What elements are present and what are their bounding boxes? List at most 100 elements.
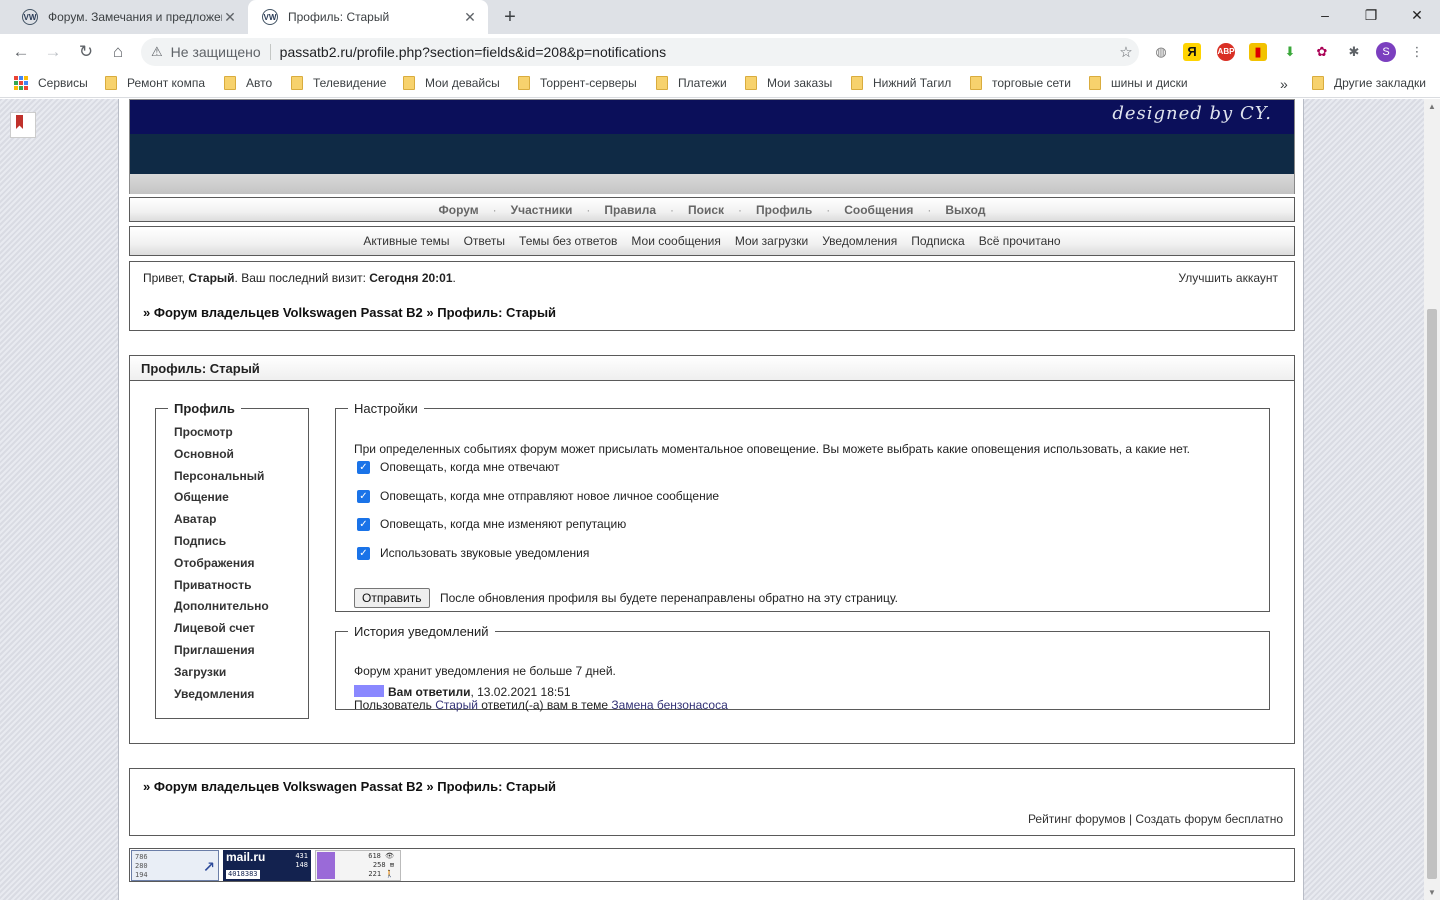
nav-profile[interactable]: Профиль — [756, 203, 812, 217]
bookmark-extension-icon[interactable]: ▮ — [1249, 43, 1267, 61]
menu-kebab-icon[interactable]: ⋮ — [1408, 43, 1426, 61]
option-pm-notify[interactable]: ✓ Оповещать, когда мне отправляют новое … — [357, 489, 719, 503]
back-icon[interactable]: ← — [8, 39, 34, 65]
subnav-mark-all-read[interactable]: Всё прочитано — [979, 234, 1061, 248]
tab-forum-remarks[interactable]: VW Форум. Замечания и предложения ✕ — [8, 0, 248, 34]
notification-entry: Вам ответили, 13.02.2021 18:51 — [388, 685, 571, 699]
breadcrumb-forum-link[interactable]: Форум владельцев Volkswagen Passat B2 — [154, 305, 423, 320]
bookmark-apps[interactable]: Сервисы — [14, 76, 88, 90]
minimize-button[interactable]: – — [1302, 0, 1348, 30]
subnav-my-uploads[interactable]: Мои загрузки — [735, 234, 808, 248]
option-reply-notify[interactable]: ✓ Оповещать, когда мне отвечают — [357, 460, 560, 474]
last-visit-value: Сегодня 20:01 — [369, 271, 453, 285]
bookmark-folder[interactable]: шины и диски — [1089, 76, 1188, 90]
window-close-button[interactable]: ✕ — [1394, 0, 1440, 30]
bookmark-folder[interactable]: Нижний Тагил — [851, 76, 951, 90]
nav-separator: · — [492, 202, 497, 217]
extensions-puzzle-icon[interactable]: ✱ — [1345, 43, 1363, 61]
bookmark-star-icon[interactable]: ☆ — [1113, 43, 1139, 61]
security-status[interactable]: Не защищено — [171, 44, 261, 60]
submit-button[interactable]: Отправить — [354, 588, 430, 608]
forward-icon[interactable]: → — [40, 39, 66, 65]
tab-profile[interactable]: VW Профиль: Старый ✕ — [248, 0, 488, 34]
profile-menu-invitations[interactable]: Приглашения — [174, 640, 308, 662]
checkbox-checked-icon[interactable]: ✓ — [357, 460, 370, 474]
counter-stats[interactable]: 618 👁 258 ⊞ 221 🚶 — [315, 850, 401, 881]
profile-menu-additional[interactable]: Дополнительно — [174, 596, 308, 618]
counter-liveinternet[interactable]: 786 280 194 ↗ — [131, 850, 219, 881]
url-text[interactable]: passatb2.ru/profile.php?section=fields&i… — [280, 44, 1113, 60]
profile-menu-personal[interactable]: Персональный — [174, 466, 308, 488]
checkbox-checked-icon[interactable]: ✓ — [357, 517, 370, 531]
nav-members[interactable]: Участники — [511, 203, 573, 217]
scrollbar-thumb[interactable] — [1427, 309, 1437, 879]
footer-breadcrumb: » Форум владельцев Volkswagen Passat B2 … — [143, 779, 556, 794]
checkbox-checked-icon[interactable]: ✓ — [357, 546, 370, 560]
nav-forum[interactable]: Форум — [439, 203, 479, 217]
bookmark-folder[interactable]: Авто — [224, 76, 272, 90]
subnav-my-posts[interactable]: Мои сообщения — [631, 234, 720, 248]
detail-topic-link[interactable]: Замена бензонасоса — [611, 698, 727, 712]
bookmark-ribbon-icon[interactable] — [10, 112, 36, 138]
subnav-subscriptions[interactable]: Подписка — [911, 234, 964, 248]
home-icon[interactable]: ⌂ — [105, 39, 131, 65]
bookmark-folder[interactable]: торговые сети — [970, 76, 1071, 90]
bookmark-folder[interactable]: Мои девайсы — [403, 76, 500, 90]
adblock-extension-icon[interactable]: ABP — [1217, 43, 1235, 61]
bookmark-label: Нижний Тагил — [873, 76, 952, 90]
breadcrumb-forum-link[interactable]: Форум владельцев Volkswagen Passat B2 — [154, 779, 423, 794]
profile-menu-avatar[interactable]: Аватар — [174, 509, 308, 531]
other-bookmarks[interactable]: Другие закладки — [1312, 76, 1426, 90]
subnav-unanswered[interactable]: Темы без ответов — [519, 234, 617, 248]
folder-icon — [105, 76, 117, 90]
profile-menu-view[interactable]: Просмотр — [174, 422, 308, 444]
new-tab-button[interactable]: + — [498, 5, 522, 29]
page-scrollbar[interactable]: ▲ ▼ — [1424, 99, 1440, 900]
create-forum-link[interactable]: Создать форум бесплатно — [1135, 812, 1283, 826]
bookmarks-overflow-chevron[interactable]: » — [1280, 76, 1288, 92]
restore-button[interactable]: ❐ — [1348, 0, 1394, 30]
profile-menu-notifications[interactable]: Уведомления — [174, 684, 308, 706]
tab-title: Форум. Замечания и предложения — [48, 10, 222, 24]
subnav-active-topics[interactable]: Активные темы — [363, 234, 449, 248]
checkbox-checked-icon[interactable]: ✓ — [357, 489, 370, 503]
nav-search[interactable]: Поиск — [688, 203, 724, 217]
bookmark-folder[interactable]: Платежи — [656, 76, 727, 90]
profile-menu-main[interactable]: Основной — [174, 444, 308, 466]
profile-menu-uploads[interactable]: Загрузки — [174, 662, 308, 684]
upgrade-account-link[interactable]: Улучшить аккаунт — [1178, 271, 1278, 285]
address-bar[interactable]: ⚠ Не защищено passatb2.ru/profile.php?se… — [141, 38, 1139, 66]
profile-menu-signature[interactable]: Подпись — [174, 531, 308, 553]
reload-icon[interactable]: ↻ — [73, 39, 99, 65]
subnav-notifications[interactable]: Уведомления — [822, 234, 897, 248]
scroll-up-icon[interactable]: ▲ — [1424, 102, 1440, 111]
bookmark-folder[interactable]: Телевидение — [291, 76, 386, 90]
bookmark-folder[interactable]: Мои заказы — [745, 76, 832, 90]
bookmark-folder[interactable]: Торрент-серверы — [518, 76, 637, 90]
dog-extension-icon[interactable]: ✿ — [1313, 43, 1331, 61]
option-sound-notify[interactable]: ✓ Использовать звуковые уведомления — [357, 546, 589, 560]
profile-avatar[interactable]: S — [1376, 42, 1396, 62]
globe-extension-icon[interactable]: ◍ — [1152, 43, 1170, 61]
nav-messages[interactable]: Сообщения — [844, 203, 913, 217]
detail-user-link[interactable]: Старый — [435, 698, 478, 712]
subnav-replies[interactable]: Ответы — [464, 234, 505, 248]
option-reputation-notify[interactable]: ✓ Оповещать, когда мне изменяют репутаци… — [357, 517, 626, 531]
close-icon[interactable]: ✕ — [462, 9, 478, 26]
profile-menu-display[interactable]: Отображения — [174, 553, 308, 575]
nav-rules[interactable]: Правила — [604, 203, 656, 217]
download-extension-icon[interactable]: ⬇ — [1281, 43, 1299, 61]
forum-rating-link[interactable]: Рейтинг форумов — [1028, 812, 1126, 826]
bookmark-folder[interactable]: Ремонт компа — [105, 76, 205, 90]
close-icon[interactable]: ✕ — [222, 9, 238, 26]
option-label: Оповещать, когда мне отвечают — [380, 460, 560, 474]
breadcrumb-marker: » — [143, 305, 151, 320]
nav-logout[interactable]: Выход — [945, 203, 985, 217]
warning-icon[interactable]: ⚠ — [151, 44, 163, 60]
profile-menu-privacy[interactable]: Приватность — [174, 575, 308, 597]
profile-menu-account[interactable]: Лицевой счет — [174, 618, 308, 640]
counter-mailru[interactable]: mail.ru 431 148 4018383 — [223, 850, 311, 881]
scroll-down-icon[interactable]: ▼ — [1424, 888, 1440, 897]
profile-menu-communication[interactable]: Общение — [174, 487, 308, 509]
yandex-extension-icon[interactable]: Я — [1183, 43, 1201, 61]
